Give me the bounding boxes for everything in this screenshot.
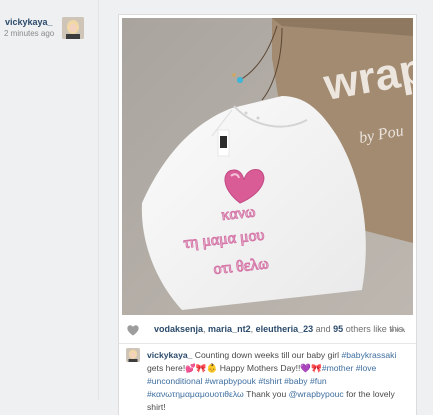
caption-part: Thank you bbox=[243, 389, 289, 399]
hashtag-link[interactable]: #tshirt bbox=[258, 376, 281, 386]
mention-link[interactable]: @wrapbypouc bbox=[289, 389, 344, 399]
hashtag-link[interactable]: #κανωτημαμαμουοτιθελω bbox=[147, 389, 244, 399]
comment-username[interactable]: vickykaya_ bbox=[147, 350, 192, 360]
heart-icon[interactable] bbox=[126, 323, 140, 337]
hashtag-link[interactable]: #love bbox=[356, 363, 377, 373]
hashtag-link[interactable]: #wrapbypouk bbox=[205, 376, 256, 386]
author-avatar[interactable] bbox=[62, 17, 84, 39]
hashtag-link[interactable]: #mother bbox=[322, 363, 354, 373]
caption-text: vickykaya_ Counting down weeks till our … bbox=[147, 349, 409, 414]
liker-link-2[interactable]: maria_nt2 bbox=[208, 324, 251, 334]
hashtag-link[interactable]: #fun bbox=[310, 376, 327, 386]
ellipsis-icon[interactable]: ••• bbox=[390, 323, 406, 337]
hashtag-link[interactable]: #babykrassaki bbox=[341, 350, 396, 360]
comment-avatar[interactable] bbox=[126, 348, 140, 362]
column-divider bbox=[98, 0, 99, 400]
hashtag-link[interactable]: #unconditional bbox=[147, 376, 202, 386]
liker-link-3[interactable]: eleutheria_23 bbox=[256, 324, 314, 334]
liker-link-1[interactable]: vodaksenja bbox=[154, 324, 203, 334]
hashtag-link[interactable]: #baby bbox=[284, 376, 307, 386]
post-timestamp[interactable]: 2 minutes ago bbox=[4, 29, 54, 38]
left-column: vickykaya_ 2 minutes ago bbox=[0, 0, 100, 400]
post-photo[interactable]: κανω τη μαμα μου οτι θελω wrap by Pou bbox=[122, 18, 413, 315]
caption-part: Counting down weeks till our baby girl bbox=[194, 350, 342, 360]
likes-and-text: and bbox=[313, 324, 334, 334]
likes-bar: vodaksenja, maria_nt2, eleutheria_23 and… bbox=[119, 318, 416, 344]
shirt-text-line1: κανω bbox=[221, 204, 257, 224]
caption-part: gets here!💕🎀👶 Happy Mothers Day!!💜🎀 bbox=[147, 363, 322, 373]
post-card: κανω τη μαμα μου οτι θελω wrap by Pou vo… bbox=[118, 14, 417, 415]
likes-summary: vodaksenja, maria_nt2, eleutheria_23 and… bbox=[154, 324, 406, 334]
others-count-link[interactable]: 95 bbox=[333, 324, 343, 334]
author-username[interactable]: vickykaya_ bbox=[5, 17, 53, 27]
